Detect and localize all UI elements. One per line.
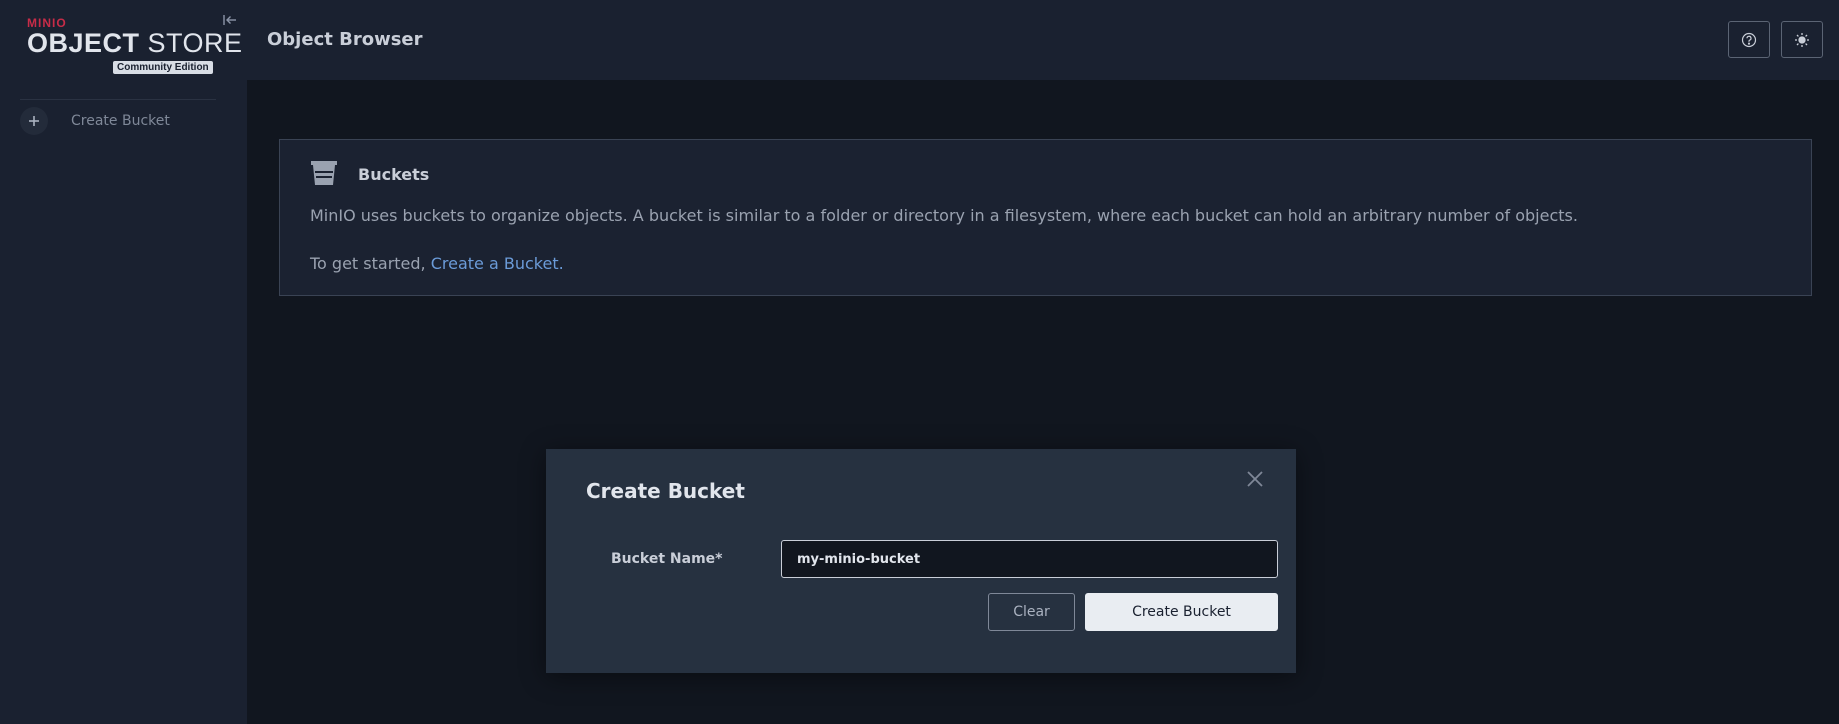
sidebar: MINIO OBJECT STORE Community Edition Cre…: [0, 0, 247, 724]
page-title: Object Browser: [267, 29, 423, 50]
logo-title-rest: STORE: [139, 28, 243, 58]
logo-edition-badge: Community Edition: [113, 61, 213, 74]
collapse-sidebar-button[interactable]: [222, 12, 238, 28]
minio-logo: MINIO OBJECT STORE Community Edition: [27, 16, 242, 76]
info-title: Buckets: [358, 165, 430, 184]
modal-close-button[interactable]: [1245, 469, 1265, 489]
sidebar-item-create-bucket[interactable]: Create Bucket: [20, 107, 230, 135]
create-bucket-button[interactable]: Create Bucket: [1085, 593, 1278, 631]
logo-title: OBJECT STORE: [27, 28, 243, 59]
app-root: MINIO OBJECT STORE Community Edition Cre…: [0, 0, 1839, 724]
clear-button[interactable]: Clear: [988, 593, 1075, 631]
info-cta: To get started, Create a Bucket.: [310, 254, 564, 273]
top-header: Object Browser: [247, 0, 1839, 80]
theme-toggle-icon: [1795, 32, 1809, 47]
create-bucket-link[interactable]: Create a Bucket.: [431, 254, 564, 273]
logo-title-bold: OBJECT: [27, 28, 140, 58]
theme-toggle-button[interactable]: [1781, 21, 1823, 58]
collapse-sidebar-icon: [223, 15, 236, 25]
create-bucket-modal: Create Bucket Bucket Name* Clear Create …: [546, 449, 1296, 673]
modal-title: Create Bucket: [586, 479, 745, 503]
sidebar-item-label: Create Bucket: [71, 113, 170, 129]
info-description: MinIO uses buckets to organize objects. …: [310, 206, 1578, 225]
info-cta-prefix: To get started,: [310, 254, 431, 273]
help-icon: [1741, 32, 1757, 47]
help-button[interactable]: [1728, 21, 1770, 58]
buckets-info-box: Buckets MinIO uses buckets to organize o…: [279, 139, 1812, 296]
bucket-icon: [310, 159, 338, 187]
bucket-name-label: Bucket Name*: [611, 551, 723, 567]
bucket-name-input[interactable]: [781, 540, 1278, 578]
sidebar-divider: [20, 99, 216, 100]
close-icon: [1247, 471, 1263, 487]
plus-icon: [20, 107, 48, 135]
